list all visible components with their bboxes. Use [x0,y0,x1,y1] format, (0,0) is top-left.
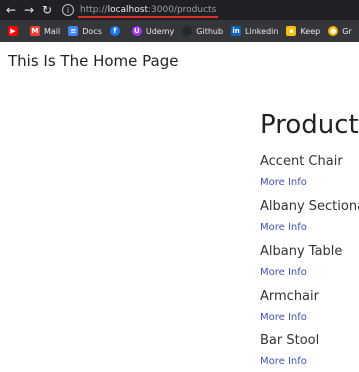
bookmark-youtube[interactable]: ▶ [8,26,22,36]
more-info-link[interactable]: More Info [260,266,307,279]
product-name: Accent Chair [260,154,343,169]
product-name: Bar Stool [260,333,320,348]
more-info-link[interactable]: More Info [260,221,307,234]
product-item: Accent Chair More Info [260,154,343,189]
gr-icon: ● [328,26,339,36]
back-arrow-icon[interactable]: ← [4,3,18,17]
product-item: Albany Table More Info [260,244,342,279]
products-title: Products [260,110,359,140]
bookmark-github[interactable]: Github [182,26,223,36]
product-item: Albany Sectional More Info [260,199,359,234]
address-bar[interactable]: http://localhost:3000/products [78,5,219,18]
url-host: localhost [107,5,148,15]
gmail-icon: M [30,26,40,36]
bookmark-label: Github [196,26,224,36]
site-info-icon[interactable]: i [62,4,74,16]
bookmark-udemy[interactable]: U Udemy [131,26,175,36]
bookmark-docs[interactable]: ≡ Docs [68,26,102,36]
bookmark-label: Gr [342,26,352,36]
product-name: Albany Sectional [260,199,359,214]
bookmark-linkedin[interactable]: in Linkedin [231,26,278,36]
home-title: This Is The Home Page [8,52,179,70]
udemy-icon: U [131,26,142,36]
bookmark-keep[interactable]: ▪ Keep [286,26,320,36]
bookmark-label: Docs [82,26,102,36]
forward-arrow-icon[interactable]: → [22,3,36,17]
url-highlight-underline [78,16,219,18]
more-info-link[interactable]: More Info [260,355,307,368]
bookmark-gr[interactable]: ● Gr [328,26,352,36]
bookmark-label: Linkedin [245,26,279,36]
bookmark-mail[interactable]: M Mail [30,26,60,36]
browser-toolbar: ← → ↻ i http://localhost:3000/products [0,0,359,20]
youtube-icon: ▶ [8,26,18,36]
more-info-link[interactable]: More Info [260,311,307,324]
bookmark-label: Keep [300,26,321,36]
bookmark-facebook[interactable]: f [109,26,124,36]
bookmarks-bar: ▶ M Mail ≡ Docs f U Udemy Github in Link… [0,20,359,42]
linkedin-icon: in [231,26,242,36]
product-name: Armchair [260,289,319,304]
docs-icon: ≡ [68,26,79,36]
reload-icon[interactable]: ↻ [40,3,54,17]
keep-icon: ▪ [286,26,297,36]
github-icon [182,26,193,36]
product-item: Bar Stool More Info [260,333,319,368]
product-item: Armchair More Info [260,289,319,324]
url-path: :3000/products [147,5,217,15]
facebook-icon: f [109,26,120,36]
url-scheme: http:// [80,5,108,15]
bookmark-label: Mail [44,26,61,36]
more-info-link[interactable]: More Info [260,176,307,189]
bookmark-label: Udemy [145,26,175,36]
product-name: Albany Table [260,244,343,259]
